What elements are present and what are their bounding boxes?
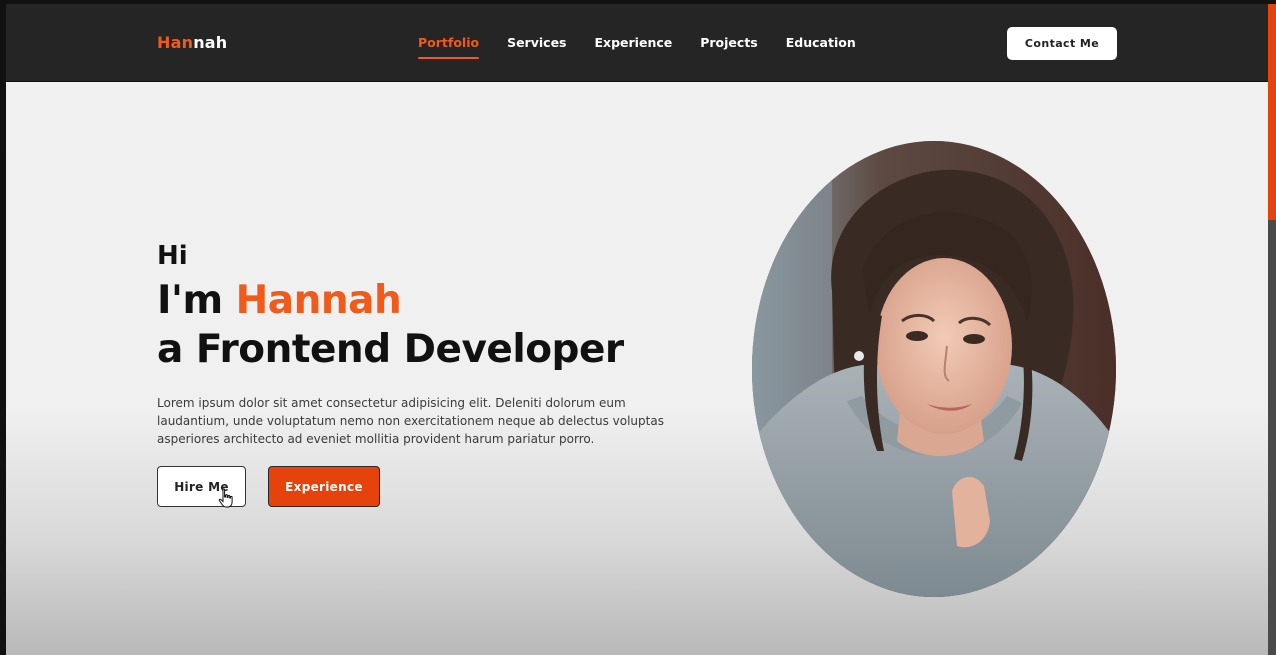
profile-illustration [752, 141, 1116, 597]
hero-greeting: Hi [157, 241, 188, 271]
navbar: Hannah Portfolio Services Experience Pro… [6, 4, 1268, 82]
hero-description: Lorem ipsum dolor sit amet consectetur a… [157, 396, 664, 446]
nav-link-services[interactable]: Services [507, 35, 566, 55]
hero-name-highlight: Hannah [235, 278, 402, 323]
scrollbar-thumb[interactable] [1268, 4, 1276, 220]
page-viewport: Hannah Portfolio Services Experience Pro… [6, 4, 1268, 655]
nav-links: Portfolio Services Experience Projects E… [418, 35, 856, 59]
hero-name-heading: I'm Hannah [157, 278, 402, 323]
logo-rest: nah [193, 33, 228, 52]
hire-me-button[interactable]: Hire Me [157, 466, 246, 507]
nav-link-projects[interactable]: Projects [700, 35, 758, 55]
hero-name-prefix: I'm [157, 278, 236, 323]
hero-role-heading: a Frontend Developer [157, 327, 624, 372]
nav-link-education[interactable]: Education [786, 35, 856, 55]
nav-link-portfolio[interactable]: Portfolio [418, 35, 480, 59]
scrollbar[interactable] [1268, 4, 1276, 655]
profile-photo [752, 141, 1116, 597]
logo[interactable]: Hannah [157, 33, 227, 52]
nav-link-experience[interactable]: Experience [594, 35, 672, 55]
contact-me-button[interactable]: Contact Me [1007, 27, 1117, 60]
logo-accent: Han [157, 33, 194, 52]
experience-button[interactable]: Experience [268, 466, 380, 507]
